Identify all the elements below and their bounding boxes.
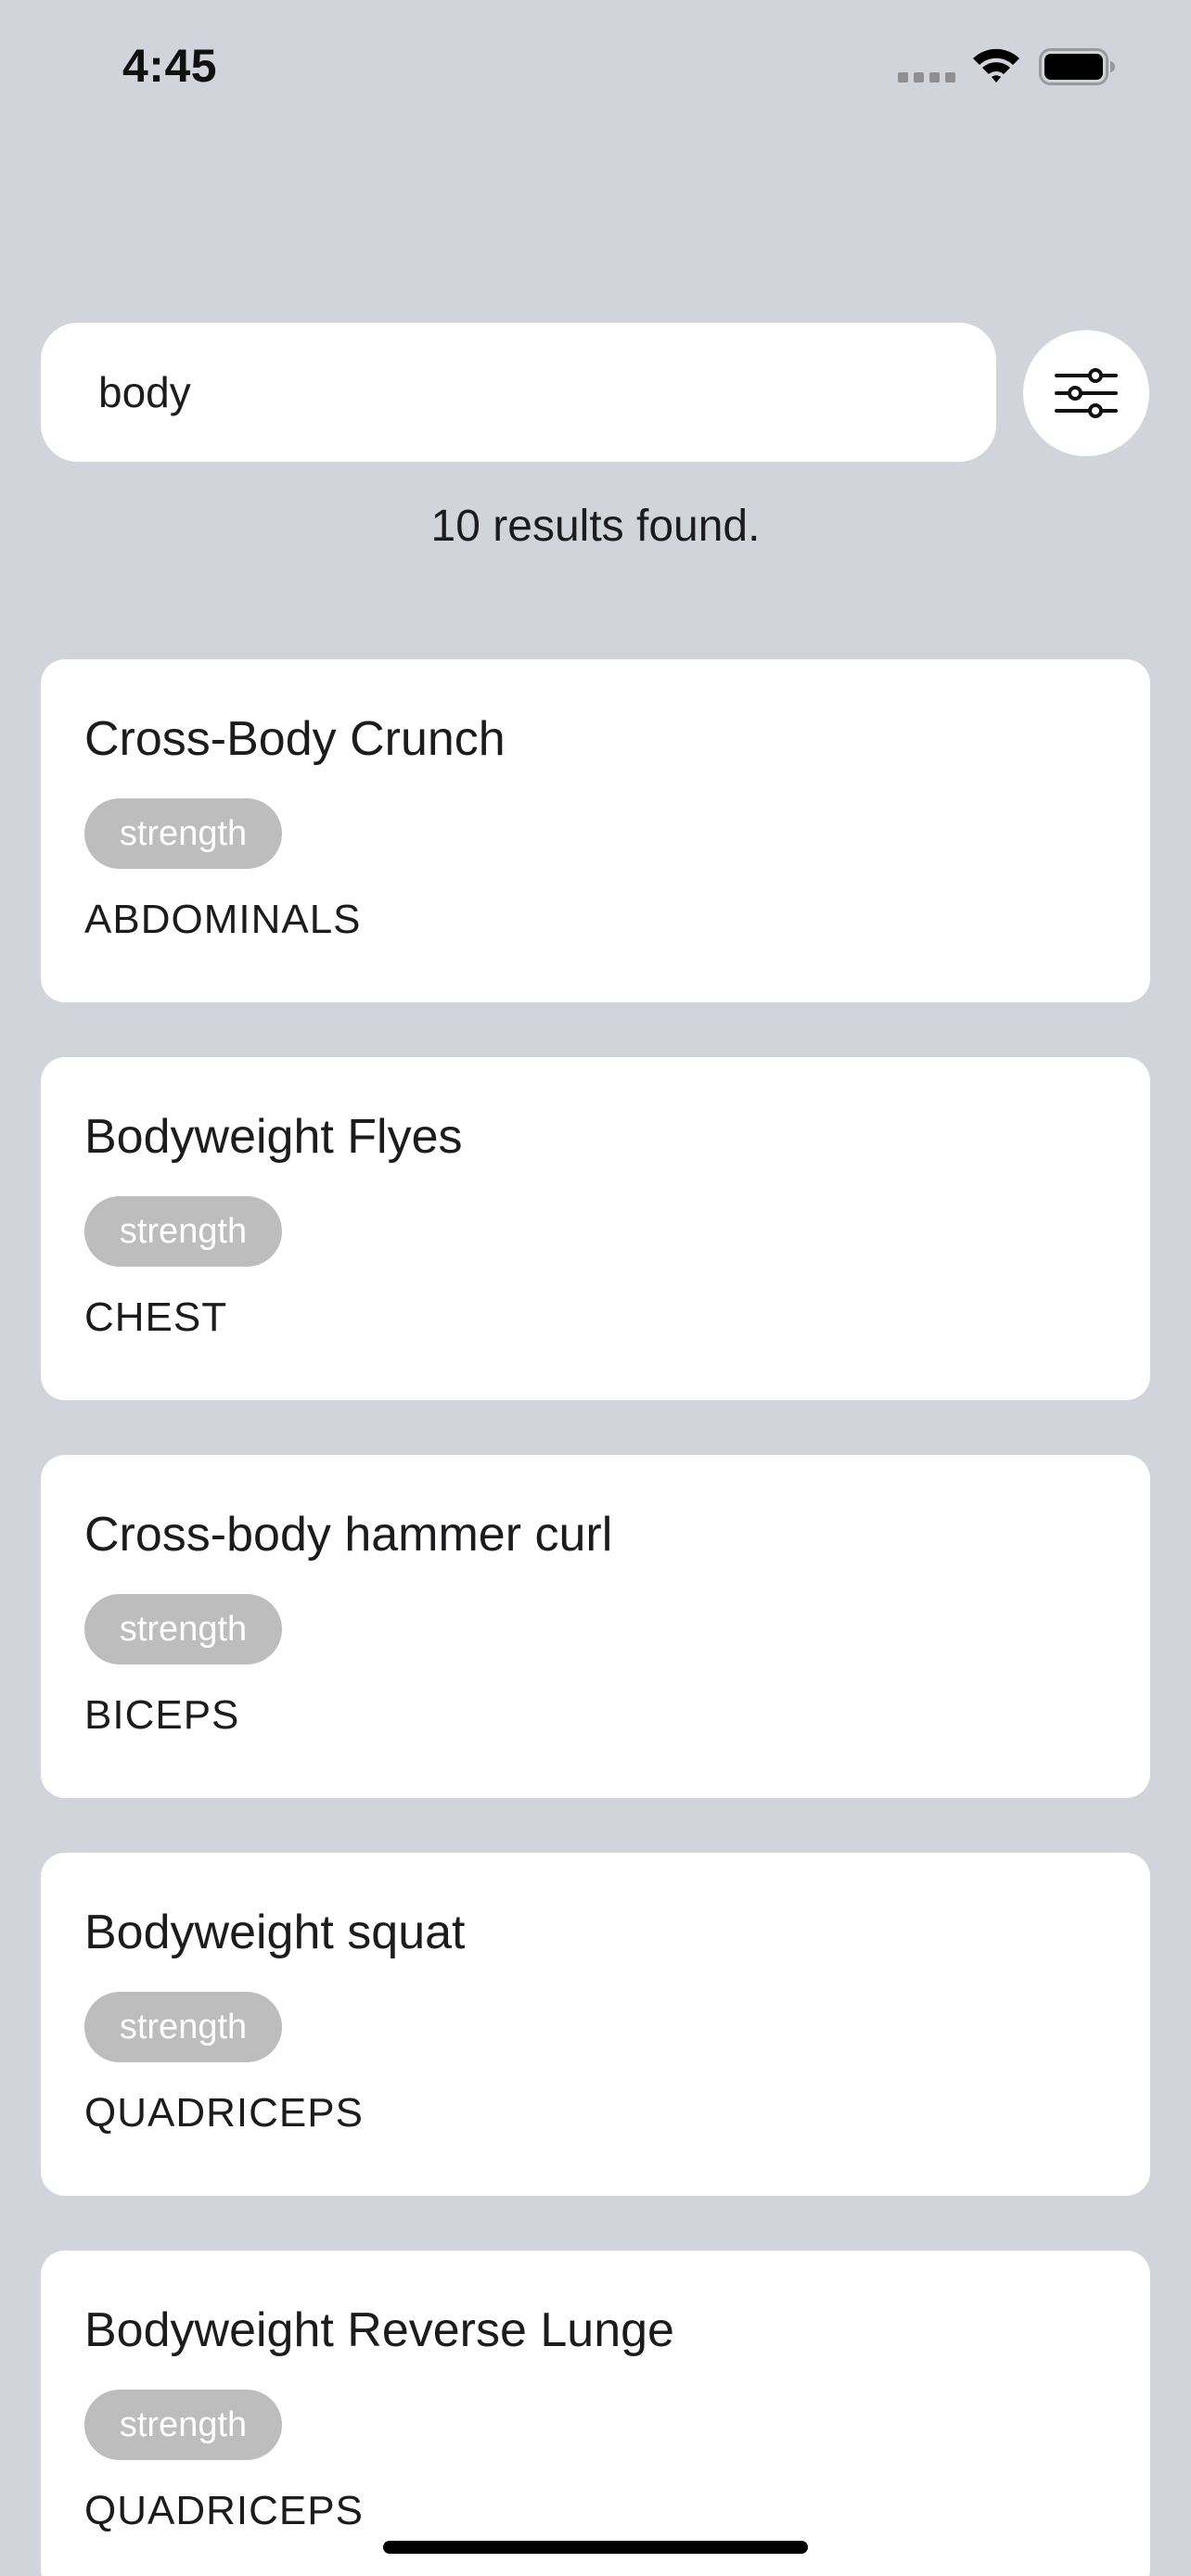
exercise-card[interactable]: Bodyweight Flyes strength CHEST xyxy=(41,1057,1150,1400)
exercise-name: Bodyweight Reverse Lunge xyxy=(84,2303,674,2357)
status-time: 4:45 xyxy=(122,40,218,92)
screen: 4:45 body 10 results found. Cross-Body C… xyxy=(0,0,1191,2576)
exercise-card[interactable]: Bodyweight Reverse Lunge strength QUADRI… xyxy=(41,2251,1150,2576)
exercise-name: Bodyweight squat xyxy=(84,1906,466,1959)
exercise-muscle: QUADRICEPS xyxy=(84,2488,364,2533)
exercise-name: Cross-Body Crunch xyxy=(84,712,506,766)
exercise-type-badge: strength xyxy=(84,1196,282,1267)
sliders-icon xyxy=(1055,368,1118,418)
filter-button[interactable] xyxy=(1023,330,1149,456)
home-indicator[interactable] xyxy=(383,2541,808,2554)
exercise-type-badge: strength xyxy=(84,1594,282,1664)
exercise-type-badge: strength xyxy=(84,798,282,869)
exercise-card[interactable]: Cross-body hammer curl strength BICEPS xyxy=(41,1455,1150,1798)
exercise-muscle: BICEPS xyxy=(84,1692,240,1738)
exercise-muscle: QUADRICEPS xyxy=(84,2090,364,2136)
wifi-icon xyxy=(973,48,1019,83)
exercise-type-badge: strength xyxy=(84,2390,282,2460)
exercise-muscle: ABDOMINALS xyxy=(84,897,362,942)
exercise-muscle: CHEST xyxy=(84,1294,228,1340)
exercise-name: Bodyweight Flyes xyxy=(84,1110,463,1164)
exercise-type-badge: strength xyxy=(84,1992,282,2062)
exercise-card[interactable]: Cross-Body Crunch strength ABDOMINALS xyxy=(41,659,1150,1002)
search-input[interactable]: body xyxy=(41,323,996,462)
results-count: 10 results found. xyxy=(430,502,761,551)
exercise-card[interactable]: Bodyweight squat strength QUADRICEPS xyxy=(41,1853,1150,2196)
signal-icon xyxy=(898,72,957,83)
battery-icon xyxy=(1039,48,1115,85)
exercise-name: Cross-body hammer curl xyxy=(84,1508,613,1562)
